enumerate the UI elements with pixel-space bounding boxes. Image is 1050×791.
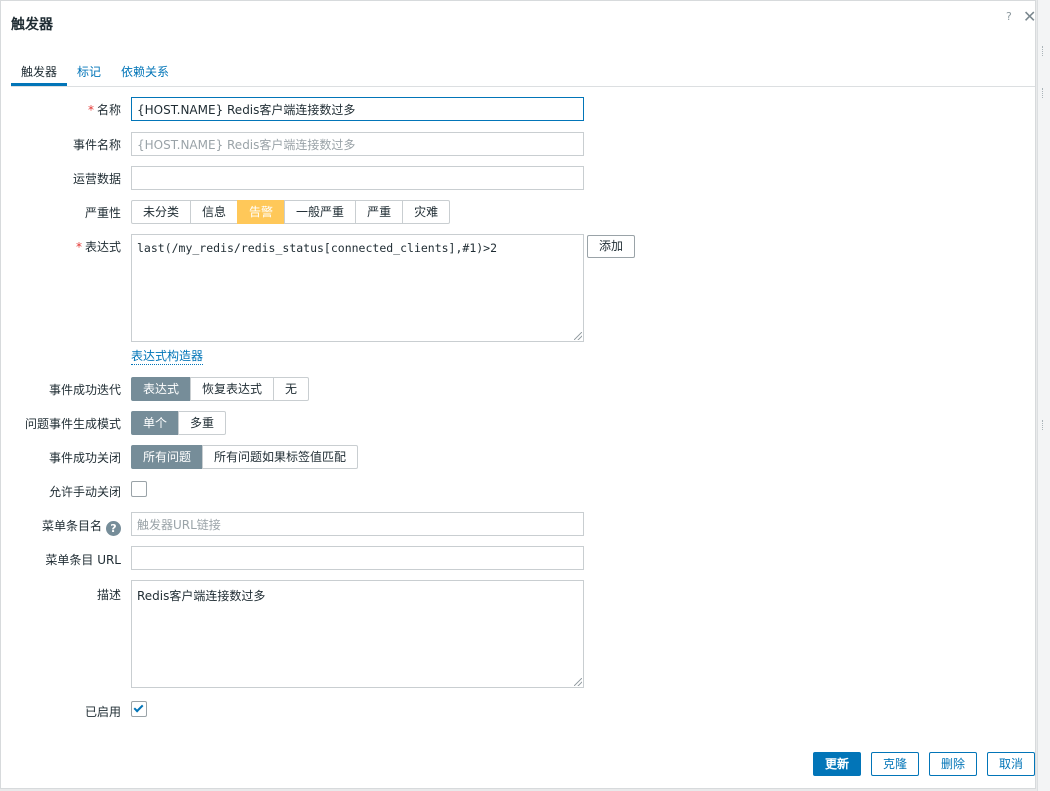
expression-textarea[interactable]: last(/my_redis/redis_status[connected_cl… [131,234,584,342]
tab-trigger[interactable]: 触发器 [21,63,57,80]
severity-disaster[interactable]: 灾难 [402,200,451,224]
expression-text: last(/my_redis/redis_status[connected_cl… [137,241,498,255]
url-name-input[interactable]: 触发器URL链接 [131,512,584,536]
delete-button[interactable]: 删除 [929,752,977,776]
opdata-label: 运营数据 [72,172,121,186]
ok-event-expression[interactable]: 表达式 [131,377,192,401]
required-mark: * [87,103,94,117]
problem-mode-selector: 单个 多重 [131,411,227,435]
opdata-input[interactable] [131,166,584,190]
ok-event-closes-selector: 所有问题 所有问题如果标签值匹配 [131,445,359,469]
description-textarea[interactable]: Redis客户端连接数过多 [131,580,584,688]
scroll-marker [1042,420,1047,430]
problem-mode-single[interactable]: 单个 [131,411,180,435]
close-icon[interactable]: ✕ [1023,7,1036,26]
trigger-dialog: 触发器 ? ✕ 触发器 标记 依赖关系 * 名称 {HOST.NAME} Redi… [0,0,1036,789]
dialog-title: 触发器 [11,17,53,33]
severity-information[interactable]: 信息 [190,200,239,224]
required-mark: * [75,240,82,254]
url-name-label: 菜单条目名? [1,517,121,536]
severity-high[interactable]: 严重 [355,200,404,224]
ok-event-generation-selector: 表达式 恢复表达式 无 [131,377,310,401]
enabled-checkbox[interactable] [131,701,147,717]
name-label: * 名称 [87,103,121,117]
event-name-label: 事件名称 [72,138,121,152]
manual-close-label: 允许手动关闭 [48,485,121,499]
severity-label: 严重性 [84,206,121,220]
severity-selector: 未分类 信息 告警 一般严重 严重 灾难 [131,200,451,224]
clone-button[interactable]: 克隆 [871,752,919,776]
ok-event-none[interactable]: 无 [273,377,310,401]
problem-mode-multiple[interactable]: 多重 [178,411,227,435]
url-input[interactable] [131,546,584,570]
resize-handle[interactable] [574,678,582,686]
ok-event-generation-label: 事件成功迭代 [48,383,121,397]
ok-event-recovery-expression[interactable]: 恢复表达式 [190,377,275,401]
event-name-input[interactable]: {HOST.NAME} Redis客户端连接数过多 [131,132,584,156]
update-button[interactable]: 更新 [813,752,861,776]
name-input[interactable]: {HOST.NAME} Redis客户端连接数过多 [131,97,584,121]
add-expression-button[interactable]: 添加 [587,235,635,258]
url-label: 菜单条目 URL [45,553,121,567]
scroll-marker [1042,46,1047,56]
check-icon [133,702,144,713]
severity-warning[interactable]: 告警 [237,200,286,224]
manual-close-checkbox[interactable] [131,481,147,497]
resize-handle[interactable] [574,332,582,340]
tab-active-indicator [11,83,67,86]
help-icon[interactable]: ? [106,521,121,536]
help-icon[interactable]: ? [1006,10,1012,23]
problem-mode-label: 问题事件生成模式 [24,417,121,431]
severity-average[interactable]: 一般严重 [284,200,357,224]
tab-bar: 触发器 标记 依赖关系 [11,57,1035,87]
cancel-button[interactable]: 取消 [987,752,1035,776]
description-label: 描述 [96,588,121,602]
expression-label: * 表达式 [75,240,121,254]
scroll-marker [1042,88,1047,98]
tab-tags[interactable]: 标记 [77,63,101,80]
severity-not-classified[interactable]: 未分类 [131,200,192,224]
tab-dependencies[interactable]: 依赖关系 [121,63,169,80]
description-text: Redis客户端连接数过多 [137,589,266,603]
expression-constructor-link[interactable]: 表达式构造器 [131,347,204,365]
enabled-label: 已启用 [84,705,121,719]
closes-all-problems[interactable]: 所有问题 [131,445,204,469]
closes-tag-match[interactable]: 所有问题如果标签值匹配 [202,445,359,469]
scrollbar[interactable] [1037,0,1050,791]
ok-event-closes-label: 事件成功关闭 [48,451,121,465]
